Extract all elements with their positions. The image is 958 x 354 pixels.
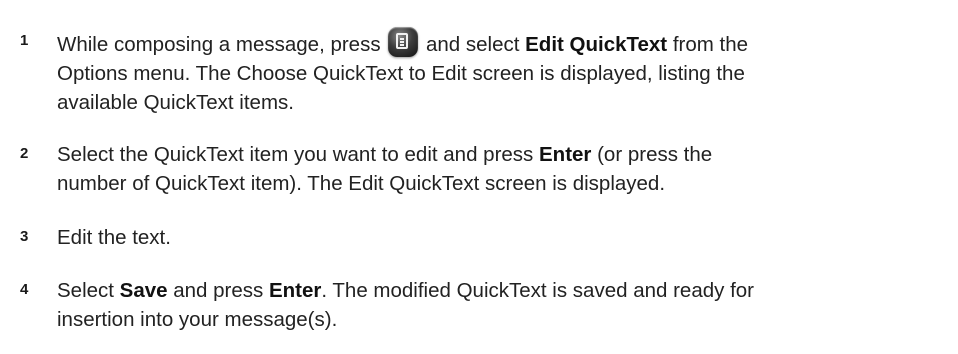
text-segment: (or press the xyxy=(591,143,713,166)
step-text: Select Save and press Enter. The modifie… xyxy=(57,276,957,334)
menu-key-icon xyxy=(388,27,419,57)
step-number: 2 xyxy=(20,145,29,162)
step-text: Edit the text. xyxy=(57,223,957,252)
step-number: 3 xyxy=(20,228,29,245)
text-segment: and press xyxy=(167,279,269,302)
text-segment: Select xyxy=(57,279,120,302)
bold-term: Enter xyxy=(539,143,592,166)
text-segment: Select the QuickText item you want to ed… xyxy=(57,143,539,166)
text-segment: While composing a message, press xyxy=(57,33,387,56)
step-line: Options menu. The Choose QuickText to Ed… xyxy=(57,62,745,85)
step-line: available QuickText items. xyxy=(57,91,294,114)
step-line: Select the QuickText item you want to ed… xyxy=(57,140,957,169)
step-text: While composing a message, press and sel… xyxy=(57,27,957,117)
step-line: number of QuickText item). The Edit Quic… xyxy=(57,172,666,195)
step-line: Select Save and press Enter. The modifie… xyxy=(57,276,957,305)
step-line: insertion into your message(s). xyxy=(57,308,338,331)
bold-term: Enter xyxy=(268,279,322,302)
step-line: While composing a message, press and sel… xyxy=(57,27,957,59)
step-line: Edit the text. xyxy=(57,226,171,249)
step-text: Select the QuickText item you want to ed… xyxy=(57,140,957,198)
step-number: 4 xyxy=(20,281,29,298)
bold-term: Save xyxy=(119,279,168,302)
text-segment: from the xyxy=(667,33,749,56)
step-number: 1 xyxy=(20,32,29,49)
bold-term: Edit QuickText xyxy=(525,33,668,56)
menu-glyph xyxy=(396,33,409,49)
text-segment: and select xyxy=(420,33,526,56)
text-segment: . The modified QuickText is saved and re… xyxy=(321,279,755,302)
